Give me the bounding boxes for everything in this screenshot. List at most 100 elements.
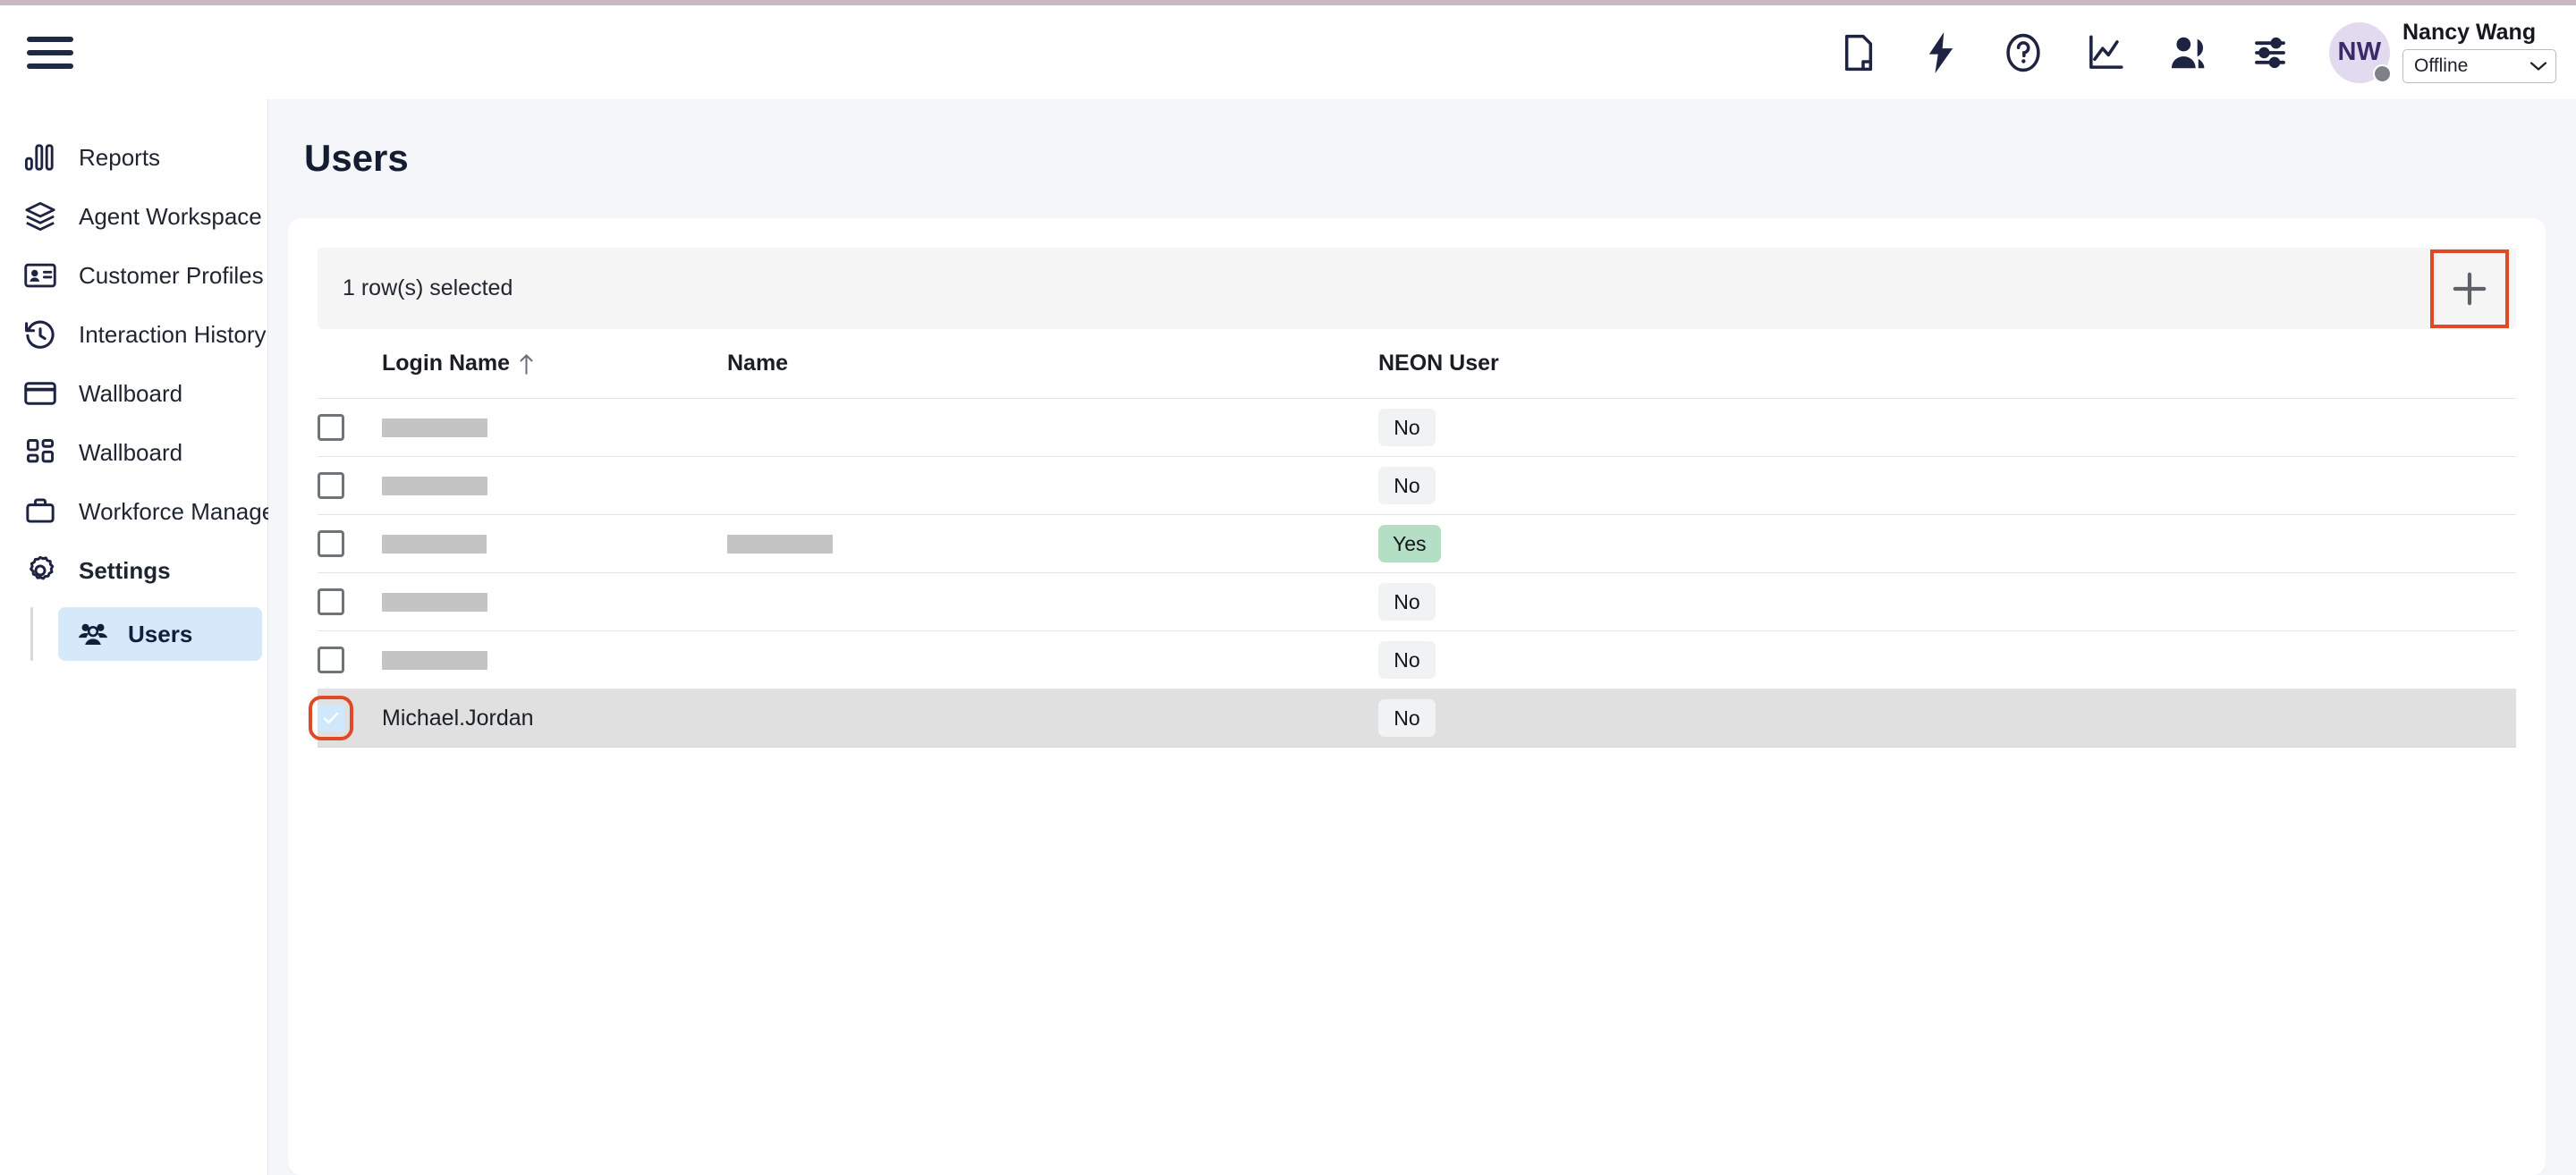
grid-dashboard-icon (21, 434, 59, 471)
redacted-value (382, 535, 487, 554)
cell-login-name (382, 418, 727, 437)
bar-chart-icon (21, 139, 59, 176)
column-label: Name (727, 351, 788, 376)
help-question-icon[interactable] (1982, 17, 2064, 89)
settings-sliders-icon[interactable] (2229, 17, 2311, 89)
status-badge: No (1378, 583, 1436, 621)
notes-icon[interactable] (1818, 17, 1900, 89)
table-row[interactable]: No (318, 457, 2516, 515)
cell-neon-user: Yes (1378, 525, 1736, 562)
table-row[interactable]: No (318, 399, 2516, 457)
cell-neon-user: No (1378, 467, 1736, 504)
id-card-icon (21, 257, 59, 294)
user-profile[interactable]: NW Nancy Wang Offline (2329, 21, 2556, 83)
selection-count-label: 1 row(s) selected (343, 275, 513, 301)
window-icon (21, 375, 59, 412)
plus-icon (2451, 270, 2488, 308)
row-checkbox[interactable] (318, 530, 344, 557)
row-checkbox[interactable] (318, 472, 344, 499)
status-badge: No (1378, 467, 1436, 504)
redacted-value (382, 477, 487, 495)
layers-icon (21, 198, 59, 235)
status-badge: Yes (1378, 525, 1441, 562)
subnav-rail (30, 607, 33, 661)
row-checkbox-cell (318, 647, 382, 673)
row-checkbox-cell (318, 472, 382, 499)
cell-name (727, 535, 1378, 554)
presence-status-dot (2373, 64, 2392, 83)
status-badge: No (1378, 409, 1436, 446)
sidebar-item-wallboard-1[interactable]: Wallboard (0, 364, 267, 423)
sidebar-item-label: Interaction History (79, 321, 267, 349)
column-header-neon-user[interactable]: NEON User (1378, 351, 1736, 376)
cell-login-name (382, 651, 727, 670)
redacted-value (382, 651, 487, 670)
gear-icon (21, 552, 59, 589)
sidebar-item-interaction-history[interactable]: Interaction History (0, 305, 267, 364)
check-icon (322, 711, 340, 725)
table-body: No No Yes No No Michael.Jordan No (318, 399, 2516, 748)
sidebar-item-customer-profiles[interactable]: Customer Profiles (0, 246, 267, 305)
cell-login-name (382, 535, 727, 554)
row-checkbox[interactable] (318, 705, 344, 731)
presence-status-value: Offline (2414, 55, 2468, 77)
sidebar-item-agent-workspace[interactable]: Agent Workspace (0, 187, 267, 246)
quick-actions-bolt-icon[interactable] (1900, 17, 1982, 89)
row-checkbox[interactable] (318, 588, 344, 615)
cell-neon-user: No (1378, 699, 1736, 737)
add-user-button[interactable] (2439, 258, 2500, 319)
sidebar-item-label: Reports (79, 144, 160, 172)
table-row[interactable]: Michael.Jordan No (318, 689, 2516, 748)
row-checkbox-cell (318, 705, 382, 731)
row-checkbox-cell (318, 588, 382, 615)
cell-neon-user: No (1378, 583, 1736, 621)
column-label: NEON User (1378, 351, 1499, 376)
row-checkbox-cell (318, 530, 382, 557)
presence-status-select[interactable]: Offline (2402, 49, 2556, 83)
sidebar: Reports Agent Workspace C (0, 99, 268, 1175)
cell-neon-user: No (1378, 641, 1736, 679)
hamburger-menu-icon[interactable] (27, 33, 77, 72)
sidebar-item-settings[interactable]: Settings (0, 541, 267, 600)
cell-login-name (382, 593, 727, 612)
header-actions: NW Nancy Wang Offline (1818, 17, 2556, 89)
status-badge: No (1378, 699, 1436, 737)
sidebar-item-label: Agent Workspace (79, 203, 262, 231)
redacted-value (382, 418, 487, 437)
login-name-text: Michael.Jordan (382, 706, 534, 731)
app-header: NW Nancy Wang Offline (0, 5, 2576, 99)
column-header-login-name[interactable]: Login Name (382, 351, 727, 376)
avatar[interactable]: NW (2329, 22, 2390, 83)
redacted-value (382, 593, 487, 612)
page-title: Users (268, 99, 2576, 180)
column-header-name[interactable]: Name (727, 351, 1378, 376)
analytics-chart-icon[interactable] (2064, 17, 2147, 89)
sidebar-subitem-label: Users (128, 621, 192, 648)
app-root: NW Nancy Wang Offline (0, 0, 2576, 1175)
sidebar-item-users[interactable]: Users (58, 607, 262, 661)
row-checkbox[interactable] (318, 414, 344, 441)
sidebar-item-reports[interactable]: Reports (0, 128, 267, 187)
row-checkbox[interactable] (318, 647, 344, 673)
row-checkbox-cell (318, 414, 382, 441)
sidebar-item-label: Customer Profiles (79, 262, 264, 290)
sidebar-item-label: Settings (79, 557, 171, 585)
table-toolbar: 1 row(s) selected (318, 248, 2516, 329)
table-row[interactable]: No (318, 631, 2516, 689)
sort-ascending-icon (519, 353, 534, 375)
cell-login-name (382, 477, 727, 495)
agents-people-icon[interactable] (2147, 17, 2229, 89)
main-content: Users 1 row(s) selected Login Name (268, 99, 2576, 1175)
users-card: 1 row(s) selected Login Name (288, 218, 2546, 1175)
history-clock-icon (21, 316, 59, 353)
users-table: Login Name Name NEON User NoNoYesNoNoMic… (318, 329, 2516, 748)
users-group-icon (74, 615, 112, 653)
sidebar-item-label: Wallboard (79, 380, 182, 408)
cell-neon-user: No (1378, 409, 1736, 446)
sidebar-subnav: Users (0, 607, 267, 661)
sidebar-item-wallboard-2[interactable]: Wallboard (0, 423, 267, 482)
chevron-down-icon (2529, 61, 2547, 72)
table-row[interactable]: Yes (318, 515, 2516, 573)
sidebar-item-workforce-management[interactable]: Workforce Management (0, 482, 267, 541)
table-row[interactable]: No (318, 573, 2516, 631)
